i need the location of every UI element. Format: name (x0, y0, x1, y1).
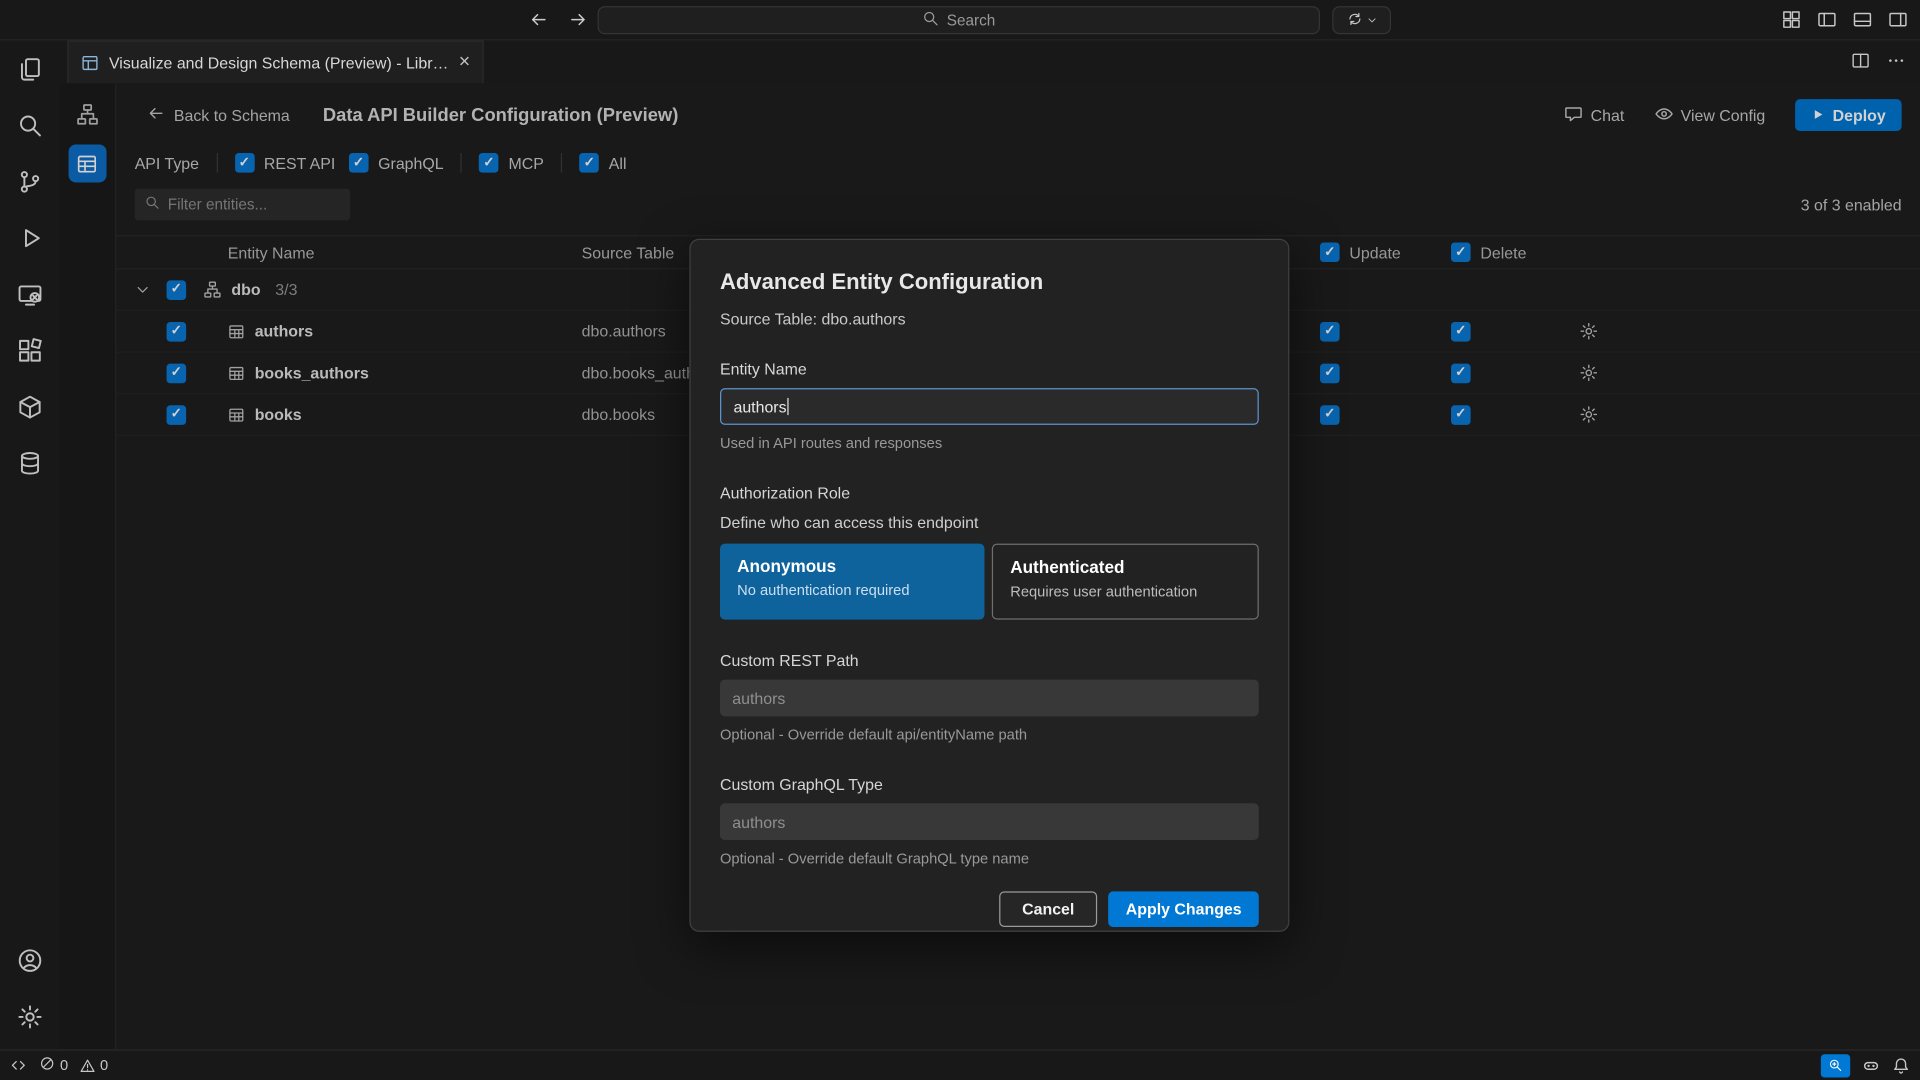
tab-bar-actions (1851, 40, 1920, 83)
entity-name-input[interactable]: authors (720, 388, 1259, 425)
remote-explorer-icon[interactable] (0, 266, 59, 322)
toggle-panel-icon[interactable] (1853, 10, 1873, 33)
source-control-icon[interactable] (0, 153, 59, 209)
copilot-icon[interactable] (1861, 1056, 1881, 1076)
toggle-sidebar-left-icon[interactable] (1817, 10, 1837, 33)
modal-source-table: Source Table: dbo.authors (720, 310, 1259, 328)
text-caret (788, 398, 789, 415)
session-dropdown[interactable] (1332, 6, 1391, 34)
authorization-role-help: Define who can access this endpoint (720, 513, 1259, 531)
modal-title: Advanced Entity Configuration (720, 269, 1259, 295)
run-debug-icon[interactable] (0, 209, 59, 265)
role-options: Anonymous No authentication required Aut… (720, 544, 1259, 620)
status-bar-left: 0 0 (10, 1056, 108, 1076)
role-anonymous-subtitle: No authentication required (737, 582, 967, 599)
title-bar: Search (0, 0, 1920, 40)
settings-gear-icon[interactable] (0, 988, 59, 1044)
nav-history (529, 10, 588, 33)
customize-layout-icon[interactable] (1782, 10, 1802, 33)
custom-rest-path-help: Optional - Override default api/entityNa… (720, 726, 1259, 743)
remote-indicator-icon[interactable] (10, 1057, 27, 1074)
bell-icon[interactable] (1892, 1056, 1910, 1074)
cancel-button[interactable]: Cancel (999, 891, 1098, 927)
schema-designer-tab-icon (81, 53, 99, 71)
entity-name-help: Used in API routes and responses (720, 435, 1259, 452)
account-icon[interactable] (0, 932, 59, 988)
schema-designer-webview: Back to Schema Data API Builder Configur… (59, 83, 1920, 1049)
editor-area: Visualize and Design Schema (Preview) - … (59, 40, 1920, 1049)
tab-visualize-schema[interactable]: Visualize and Design Schema (Preview) - … (67, 40, 483, 83)
tab-bar: Visualize and Design Schema (Preview) - … (59, 40, 1920, 83)
warning-icon (79, 1057, 95, 1073)
role-authenticated[interactable]: Authenticated Requires user authenticati… (992, 544, 1259, 620)
extensions-icon[interactable] (0, 322, 59, 378)
role-authenticated-title: Authenticated (1010, 557, 1240, 577)
tab-close-icon[interactable]: × (459, 53, 470, 73)
database-projects-icon[interactable] (0, 378, 59, 434)
zoom-status-icon[interactable] (1821, 1054, 1850, 1077)
status-bar-right (1821, 1054, 1910, 1077)
role-anonymous[interactable]: Anonymous No authentication required (720, 544, 984, 620)
search-sidebar-icon[interactable] (0, 97, 59, 153)
command-center-search[interactable]: Search (598, 6, 1320, 34)
warning-count: 0 (100, 1057, 108, 1074)
more-actions-icon[interactable] (1887, 51, 1905, 73)
modal-buttons: Cancel Apply Changes (720, 891, 1259, 927)
tab-title: Visualize and Design Schema (Preview) - … (109, 53, 449, 71)
layout-controls (1782, 10, 1908, 33)
apply-changes-button[interactable]: Apply Changes (1109, 891, 1259, 927)
sync-loop-icon (1346, 10, 1362, 30)
search-icon (922, 10, 939, 31)
custom-rest-path-label: Custom REST Path (720, 651, 1259, 669)
vscode-window: Search (0, 0, 1920, 1080)
forward-arrow-icon[interactable] (568, 10, 588, 33)
entity-name-label: Entity Name (720, 360, 1259, 378)
error-count: 0 (60, 1057, 68, 1074)
toggle-sidebar-right-icon[interactable] (1888, 10, 1908, 33)
authorization-role-label: Authorization Role (720, 484, 1259, 502)
database-icon[interactable] (0, 435, 59, 491)
role-anonymous-title: Anonymous (737, 556, 967, 576)
back-arrow-icon[interactable] (529, 10, 549, 33)
custom-rest-path-input[interactable] (720, 680, 1259, 717)
activity-bar (0, 40, 59, 1049)
error-icon (39, 1056, 55, 1076)
problems-indicator[interactable]: 0 0 (39, 1056, 108, 1076)
chevron-down-icon (1366, 11, 1377, 29)
search-placeholder: Search (947, 12, 996, 29)
custom-graphql-type-input[interactable] (720, 803, 1259, 840)
custom-graphql-type-help: Optional - Override default GraphQL type… (720, 850, 1259, 867)
entity-name-value: authors (733, 397, 786, 415)
advanced-entity-configuration-modal: Advanced Entity Configuration Source Tab… (689, 239, 1289, 932)
custom-graphql-type-label: Custom GraphQL Type (720, 775, 1259, 793)
split-editor-icon[interactable] (1851, 51, 1869, 73)
explorer-icon[interactable] (0, 40, 59, 96)
activity-bar-bottom (0, 932, 59, 1050)
status-bar: 0 0 (0, 1049, 1920, 1080)
role-authenticated-subtitle: Requires user authentication (1010, 583, 1240, 600)
